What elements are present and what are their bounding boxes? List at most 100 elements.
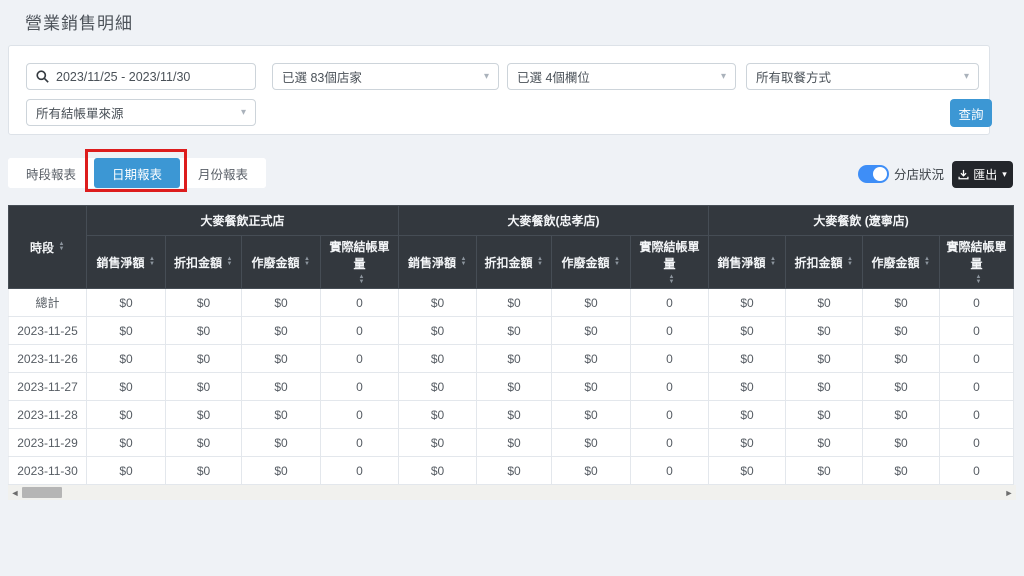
table-cell: 0 bbox=[631, 373, 709, 401]
table-cell: $0 bbox=[399, 429, 477, 457]
stores-select[interactable]: 已選 83個店家 ▾ bbox=[272, 63, 499, 90]
table-cell: 0 bbox=[940, 429, 1014, 457]
receipt-source-select[interactable]: 所有結帳單來源 ▾ bbox=[26, 99, 256, 126]
sort-icon: ▲▼ bbox=[460, 257, 467, 267]
table-cell: $0 bbox=[399, 289, 477, 317]
column-header-metric[interactable]: 實際結帳單量▲▼ bbox=[321, 236, 399, 289]
store-group-header-2: 大麥餐飲 (遼寧店) bbox=[709, 206, 1014, 236]
horizontal-scrollbar[interactable]: ◄ ► bbox=[8, 485, 1016, 500]
table-row: 2023-11-25$0$0$00$0$0$00$0$0$00 bbox=[9, 317, 1014, 345]
column-header-metric[interactable]: 實際結帳單量▲▼ bbox=[631, 236, 709, 289]
date-range-input[interactable]: 2023/11/25 - 2023/11/30 bbox=[26, 63, 256, 90]
tab-time-period-report[interactable]: 時段報表 bbox=[8, 158, 94, 188]
table-cell: $0 bbox=[166, 289, 242, 317]
table-cell: 0 bbox=[940, 345, 1014, 373]
table-cell: $0 bbox=[552, 429, 631, 457]
table-cell: $0 bbox=[477, 457, 552, 485]
table-cell: $0 bbox=[242, 401, 321, 429]
table-cell: $0 bbox=[863, 289, 940, 317]
table-cell: $0 bbox=[709, 373, 786, 401]
sort-icon: ▲▼ bbox=[770, 257, 777, 267]
table-cell: 0 bbox=[940, 401, 1014, 429]
column-header-metric[interactable]: 銷售淨額▲▼ bbox=[709, 236, 786, 289]
scroll-left-arrow[interactable]: ◄ bbox=[8, 488, 22, 498]
tab-date-report[interactable]: 日期報表 bbox=[94, 158, 180, 188]
sort-icon: ▲▼ bbox=[358, 275, 365, 285]
row-label: 2023-11-30 bbox=[9, 457, 87, 485]
branch-status-label: 分店狀況 bbox=[894, 164, 944, 183]
branch-status-toggle[interactable] bbox=[858, 165, 889, 183]
column-header-metric[interactable]: 折扣金額▲▼ bbox=[786, 236, 863, 289]
columns-select[interactable]: 已選 4個欄位 ▾ bbox=[507, 63, 736, 90]
sort-icon: ▲▼ bbox=[304, 257, 311, 267]
query-button[interactable]: 查詢 bbox=[950, 99, 992, 127]
table-cell: 0 bbox=[631, 345, 709, 373]
table-cell: 0 bbox=[940, 289, 1014, 317]
table-cell: $0 bbox=[552, 401, 631, 429]
table-cell: 0 bbox=[631, 401, 709, 429]
table-cell: 0 bbox=[321, 401, 399, 429]
receipt-source-value: 所有結帳單來源 bbox=[36, 103, 124, 122]
sort-icon: ▲▼ bbox=[924, 257, 931, 267]
column-header-metric[interactable]: 折扣金額▲▼ bbox=[477, 236, 552, 289]
sort-icon: ▲▼ bbox=[847, 257, 854, 267]
column-header-metric[interactable]: 作廢金額▲▼ bbox=[242, 236, 321, 289]
column-header-metric[interactable]: 銷售淨額▲▼ bbox=[87, 236, 166, 289]
table-row: 2023-11-30$0$0$00$0$0$00$0$0$00 bbox=[9, 457, 1014, 485]
table-cell: $0 bbox=[87, 289, 166, 317]
table-cell: $0 bbox=[399, 317, 477, 345]
store-group-header-1: 大麥餐飲(忠孝店) bbox=[399, 206, 709, 236]
scrollbar-thumb[interactable] bbox=[22, 487, 62, 498]
column-header-metric[interactable]: 作廢金額▲▼ bbox=[863, 236, 940, 289]
table-cell: 0 bbox=[631, 457, 709, 485]
table-cell: $0 bbox=[87, 401, 166, 429]
table-cell: $0 bbox=[166, 457, 242, 485]
column-header-metric[interactable]: 實際結帳單量▲▼ bbox=[940, 236, 1014, 289]
chevron-down-icon: ▾ bbox=[1002, 169, 1007, 180]
table-cell: $0 bbox=[552, 317, 631, 345]
table-cell: $0 bbox=[863, 317, 940, 345]
table-cell: $0 bbox=[87, 429, 166, 457]
table-cell: $0 bbox=[863, 429, 940, 457]
table-cell: $0 bbox=[166, 401, 242, 429]
pickup-method-select[interactable]: 所有取餐方式 ▾ bbox=[746, 63, 979, 90]
table-cell: 0 bbox=[940, 373, 1014, 401]
tab-month-report[interactable]: 月份報表 bbox=[180, 158, 266, 188]
table-cell: $0 bbox=[87, 317, 166, 345]
table-cell: $0 bbox=[477, 345, 552, 373]
table-cell: $0 bbox=[709, 345, 786, 373]
table-cell: $0 bbox=[786, 289, 863, 317]
table-cell: 0 bbox=[631, 289, 709, 317]
column-header-time[interactable]: 時段▲▼ bbox=[9, 206, 87, 289]
table-cell: $0 bbox=[709, 429, 786, 457]
column-header-metric[interactable]: 作廢金額▲▼ bbox=[552, 236, 631, 289]
table-cell: $0 bbox=[863, 345, 940, 373]
export-button[interactable]: 匯出 ▾ bbox=[952, 161, 1013, 188]
table-cell: $0 bbox=[242, 345, 321, 373]
search-icon bbox=[36, 70, 49, 83]
table-cell: $0 bbox=[477, 317, 552, 345]
table-cell: 0 bbox=[321, 289, 399, 317]
chevron-down-icon: ▾ bbox=[241, 107, 246, 118]
table-cell: $0 bbox=[399, 345, 477, 373]
columns-select-value: 已選 4個欄位 bbox=[517, 67, 590, 86]
table-cell: $0 bbox=[552, 457, 631, 485]
scroll-right-arrow[interactable]: ► bbox=[1002, 488, 1016, 498]
store-group-header-0: 大麥餐飲正式店 bbox=[87, 206, 399, 236]
chevron-down-icon: ▾ bbox=[964, 71, 969, 82]
column-header-metric[interactable]: 折扣金額▲▼ bbox=[166, 236, 242, 289]
table-row: 2023-11-26$0$0$00$0$0$00$0$0$00 bbox=[9, 345, 1014, 373]
table-cell: 0 bbox=[321, 317, 399, 345]
sort-icon: ▲▼ bbox=[226, 257, 233, 267]
table-cell: $0 bbox=[863, 401, 940, 429]
table-cell: $0 bbox=[242, 373, 321, 401]
table-cell: $0 bbox=[399, 401, 477, 429]
table-row: 2023-11-29$0$0$00$0$0$00$0$0$00 bbox=[9, 429, 1014, 457]
table-cell: $0 bbox=[242, 317, 321, 345]
table-cell: $0 bbox=[477, 373, 552, 401]
column-header-metric[interactable]: 銷售淨額▲▼ bbox=[399, 236, 477, 289]
table-cell: $0 bbox=[166, 317, 242, 345]
table-cell: $0 bbox=[552, 345, 631, 373]
download-icon bbox=[958, 169, 969, 180]
table-cell: $0 bbox=[552, 373, 631, 401]
